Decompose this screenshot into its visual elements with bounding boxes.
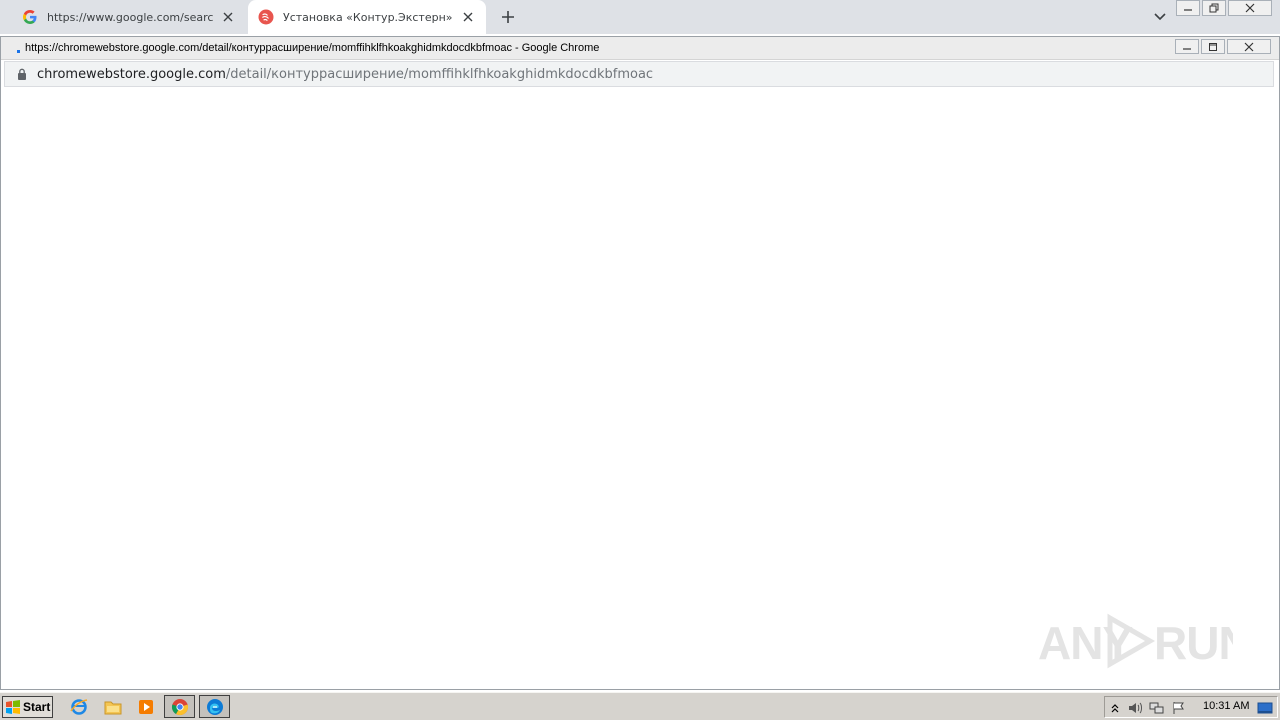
address-url: chromewebstore.google.com/detail/контурр… <box>37 67 653 82</box>
address-bar[interactable]: chromewebstore.google.com/detail/контурр… <box>4 61 1274 87</box>
minimize-icon <box>1184 9 1192 11</box>
popup-window-controls <box>1173 39 1271 54</box>
anyrun-watermark: ANY RUN <box>1038 612 1233 670</box>
minimize-icon <box>1183 47 1191 50</box>
taskbar: Start 10:31 AM <box>0 692 1280 720</box>
tab-strip: https://www.google.com/search?q= Установ… <box>0 0 1280 34</box>
tab-kontur-install[interactable]: Установка «Контур.Экстерн» <box>248 0 486 34</box>
action-center-flag-icon[interactable] <box>1171 700 1187 716</box>
outer-window-controls <box>1174 0 1272 18</box>
restore-button[interactable] <box>1202 0 1226 16</box>
show-hidden-icons-icon[interactable] <box>1107 700 1123 716</box>
chrome-icon <box>171 698 188 715</box>
svg-text:RUN: RUN <box>1154 617 1233 669</box>
popup-maximize-button[interactable] <box>1201 39 1225 54</box>
tab-google-search[interactable]: https://www.google.com/search?q= <box>12 0 246 34</box>
popup-minimize-button[interactable] <box>1175 39 1199 54</box>
taskbar-chrome-button[interactable] <box>164 695 195 718</box>
loading-dot-icon <box>17 49 20 53</box>
kontur-icon <box>258 9 274 25</box>
google-g-icon <box>23 10 37 24</box>
taskbar-edge-button[interactable] <box>199 695 230 718</box>
new-tab-plus-icon[interactable] <box>499 8 517 26</box>
url-host: chromewebstore.google.com <box>37 66 226 82</box>
tab-close-icon[interactable] <box>220 9 236 25</box>
explorer-folder-icon[interactable] <box>103 697 123 717</box>
tab-close-icon[interactable] <box>460 9 476 25</box>
chevron-down-icon[interactable] <box>1152 10 1168 24</box>
windows-flag-icon <box>6 700 20 714</box>
volume-icon[interactable] <box>1127 700 1143 716</box>
close-button[interactable] <box>1228 0 1272 16</box>
show-desktop-icon[interactable] <box>1257 700 1273 716</box>
popup-close-button[interactable] <box>1227 39 1271 54</box>
popup-window-title: https://chromewebstore.google.com/detail… <box>25 42 600 54</box>
tab-title: Установка «Контур.Экстерн» <box>283 10 453 24</box>
lock-icon[interactable] <box>17 68 27 80</box>
close-icon <box>1244 42 1254 51</box>
edge-icon <box>206 698 223 715</box>
media-player-icon[interactable] <box>136 697 156 717</box>
maximize-icon <box>1209 42 1217 51</box>
network-icon[interactable] <box>1149 700 1165 716</box>
system-tray: 10:31 AM <box>1104 696 1278 718</box>
url-path: /detail/контуррасширение/momffihklfhkoak… <box>225 66 654 82</box>
tab-title: https://www.google.com/search?q= <box>47 10 214 24</box>
page-content-area <box>1 88 1279 689</box>
restore-icon <box>1209 3 1219 13</box>
start-label: Start <box>23 700 51 714</box>
popup-browser-window: https://chromewebstore.google.com/detail… <box>0 36 1280 690</box>
start-button[interactable]: Start <box>2 696 53 718</box>
taskbar-clock[interactable]: 10:31 AM <box>1203 700 1249 712</box>
anyrun-logo: ANY RUN <box>1038 613 1233 669</box>
close-icon <box>1245 3 1255 13</box>
ie-icon[interactable] <box>69 697 89 717</box>
popup-title-bar[interactable]: https://chromewebstore.google.com/detail… <box>1 37 1279 60</box>
minimize-button[interactable] <box>1176 0 1200 16</box>
